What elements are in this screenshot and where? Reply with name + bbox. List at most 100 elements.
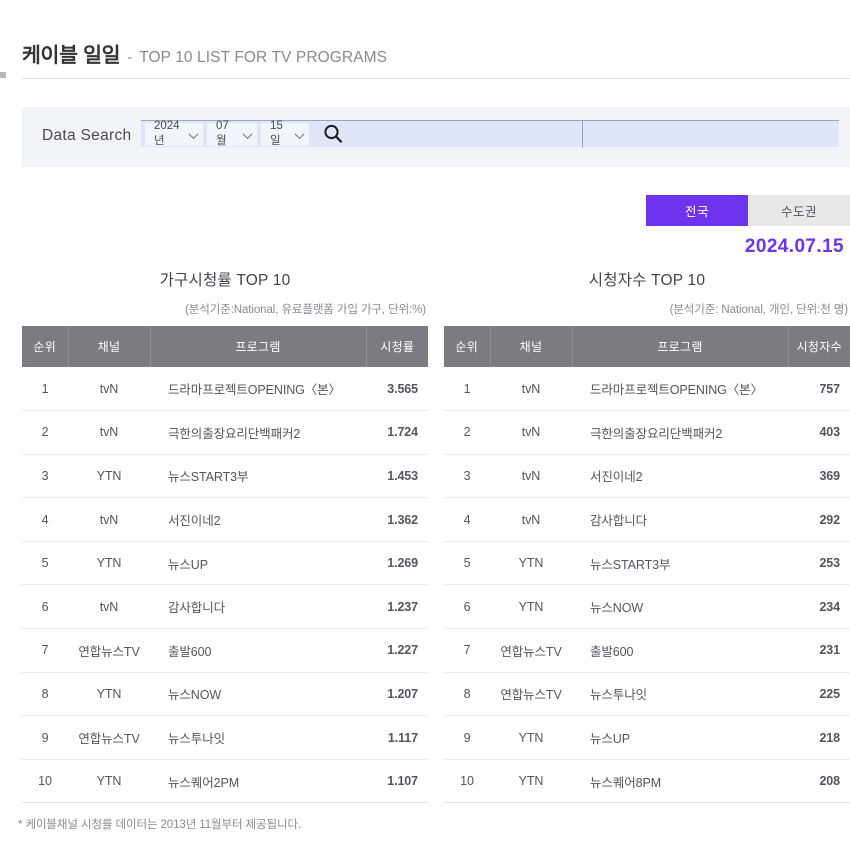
value-cell: 3.565 — [366, 367, 428, 412]
household-rating-table-section: 가구시청률 TOP 10 (분석기준:National, 유료플랫폼 가입 가구… — [22, 268, 428, 804]
table-row[interactable]: 5 YTN 뉴스UP 1.269 — [22, 541, 428, 586]
table-header-row: 순위 채널 프로그램 시청자수 — [444, 326, 850, 367]
program-cell: 뉴스START3부 — [572, 541, 788, 586]
program-cell: 뉴스UP — [572, 715, 788, 760]
search-field-divider — [582, 121, 583, 148]
table-row[interactable]: 9 YTN 뉴스UP 218 — [444, 715, 850, 760]
channel-cell: YTN — [68, 672, 150, 717]
channel-cell: tvN — [68, 367, 150, 412]
table-row[interactable]: 10 YTN 뉴스퀘어2PM 1.107 — [22, 759, 428, 804]
table-row[interactable]: 6 YTN 뉴스NOW 234 — [444, 584, 850, 630]
program-cell: 드라마프로젝트OPENING〈본〉 — [572, 367, 788, 412]
channel-cell: YTN — [490, 759, 572, 804]
channel-cell: YTN — [68, 759, 150, 804]
value-cell: 1.269 — [366, 541, 428, 586]
col-header-channel: 채널 — [490, 326, 573, 367]
col-header-value: 시청률 — [366, 326, 428, 367]
value-cell: 231 — [788, 628, 850, 673]
table-row[interactable]: 1 tvN 드라마프로젝트OPENING〈본〉 3.565 — [22, 367, 428, 412]
value-cell: 208 — [788, 759, 850, 804]
channel-cell: tvN — [490, 454, 572, 499]
program-cell: 드라마프로젝트OPENING〈본〉 — [150, 367, 366, 412]
rank-cell: 9 — [22, 715, 68, 760]
rank-cell: 8 — [444, 672, 490, 717]
table-row[interactable]: 1 tvN 드라마프로젝트OPENING〈본〉 757 — [444, 367, 850, 412]
channel-cell: tvN — [68, 497, 150, 542]
table-row[interactable]: 8 연합뉴스TV 뉴스투나잇 225 — [444, 672, 850, 717]
data-search-label: Data Search — [42, 127, 132, 144]
channel-cell: tvN — [68, 410, 150, 455]
page-title-korean: 케이블 일일 — [22, 44, 121, 67]
table-head: 순위 채널 프로그램 시청률 — [22, 326, 428, 367]
header-divider — [22, 78, 850, 79]
table-row[interactable]: 4 tvN 서진이네2 1.362 — [22, 497, 428, 542]
viewers-table: 순위 채널 프로그램 시청자수 1 tvN 드라마프로젝트OPENING〈본〉 757… — [444, 326, 850, 804]
table-row[interactable]: 10 YTN 뉴스퀘어8PM 208 — [444, 759, 850, 804]
col-header-value: 시청자수 — [788, 326, 850, 367]
rank-cell: 1 — [22, 367, 68, 412]
rank-cell: 6 — [22, 584, 68, 630]
data-search-panel: Data Search 2024년 07월 15일 — [22, 107, 850, 167]
table-row[interactable]: 7 연합뉴스TV 출발600 231 — [444, 628, 850, 673]
program-cell: 뉴스투나잇 — [150, 715, 366, 760]
rank-cell: 2 — [22, 410, 68, 455]
col-header-program: 프로그램 — [572, 326, 789, 367]
value-cell: 1.107 — [366, 759, 428, 804]
rank-cell: 3 — [22, 454, 68, 499]
value-cell: 1.362 — [366, 497, 428, 542]
rank-cell: 3 — [444, 454, 490, 499]
page-header: 케이블 일일 - TOP 10 LIST FOR TV PROGRAMS — [0, 0, 850, 84]
region-tab-metro[interactable]: 수도권 — [748, 195, 850, 226]
channel-cell: 연합뉴스TV — [68, 715, 150, 760]
household-rating-table: 순위 채널 프로그램 시청률 1 tvN 드라마프로젝트OPENING〈본〉 3.56… — [22, 326, 428, 804]
program-cell: 뉴스NOW — [572, 584, 788, 630]
table-row[interactable]: 2 tvN 극한의출장요리단백패커2 403 — [444, 410, 850, 455]
value-cell: 253 — [788, 541, 850, 586]
rank-cell: 5 — [22, 541, 68, 586]
value-cell: 234 — [788, 584, 850, 630]
table-body: 1 tvN 드라마프로젝트OPENING〈본〉 3.565 2 tvN 극한의출장요리단백패… — [22, 367, 428, 804]
table-row[interactable]: 7 연합뉴스TV 출발600 1.227 — [22, 628, 428, 673]
program-cell: 뉴스투나잇 — [572, 672, 788, 717]
value-cell: 403 — [788, 410, 850, 455]
col-header-rank: 순위 — [444, 326, 491, 367]
channel-cell: tvN — [490, 497, 572, 542]
page-title: 케이블 일일 - TOP 10 LIST FOR TV PROGRAMS — [22, 38, 387, 68]
table-row[interactable]: 3 tvN 서진이네2 369 — [444, 454, 850, 499]
table-row[interactable]: 6 tvN 감사합니다 1.237 — [22, 584, 428, 630]
channel-cell: 연합뉴스TV — [490, 628, 572, 673]
channel-cell: tvN — [490, 410, 572, 455]
rank-cell: 10 — [444, 759, 490, 804]
household-rating-title: 가구시청률 TOP 10 — [159, 272, 291, 289]
channel-cell: tvN — [490, 367, 572, 412]
table-row[interactable]: 8 YTN 뉴스NOW 1.207 — [22, 672, 428, 717]
table-row[interactable]: 9 연합뉴스TV 뉴스투나잇 1.117 — [22, 715, 428, 760]
value-cell: 292 — [788, 497, 850, 542]
table-row[interactable]: 4 tvN 감사합니다 292 — [444, 497, 850, 542]
viewers-subtitle: (분석기준: National, 개인, 단위:천 명) — [669, 304, 849, 316]
rank-cell: 9 — [444, 715, 490, 760]
channel-cell: tvN — [68, 584, 150, 630]
col-header-channel: 채널 — [68, 326, 151, 367]
selected-date: 2024.07.15 — [744, 236, 844, 257]
rank-cell: 4 — [22, 497, 68, 542]
day-select[interactable]: 15일 — [261, 120, 309, 147]
data-search-field: 2024년 07월 15일 — [141, 120, 839, 148]
value-cell: 1.117 — [366, 715, 428, 760]
value-cell: 1.237 — [366, 584, 428, 630]
rank-cell: 7 — [444, 628, 490, 673]
table-row[interactable]: 3 YTN 뉴스START3부 1.453 — [22, 454, 428, 499]
rank-cell: 2 — [444, 410, 490, 455]
month-select[interactable]: 07월 — [207, 120, 257, 147]
table-row[interactable]: 5 YTN 뉴스START3부 253 — [444, 541, 850, 586]
rank-cell: 1 — [444, 367, 490, 412]
program-cell: 서진이네2 — [572, 454, 788, 499]
footnote: * 케이블채널 시청률 데이터는 2013년 11월부터 제공됩니다. — [18, 819, 302, 831]
table-head: 순위 채널 프로그램 시청자수 — [444, 326, 850, 367]
col-header-rank: 순위 — [22, 326, 69, 367]
table-row[interactable]: 2 tvN 극한의출장요리단백패커2 1.724 — [22, 410, 428, 455]
region-tab-national[interactable]: 전국 — [646, 195, 748, 226]
year-select[interactable]: 2024년 — [145, 120, 203, 147]
search-button[interactable] — [322, 121, 348, 147]
col-header-program: 프로그램 — [150, 326, 367, 367]
